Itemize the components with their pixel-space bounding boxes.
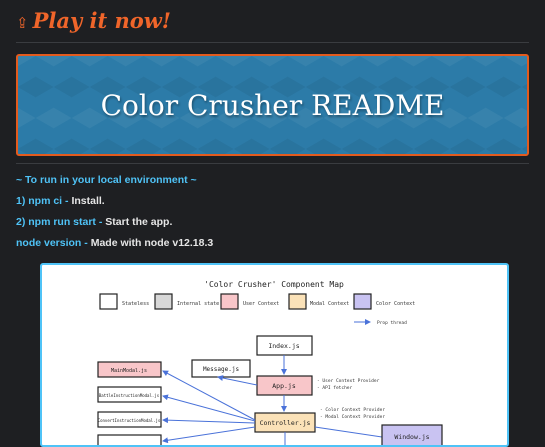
node-version-description: Made with node v12.18.3 bbox=[90, 237, 214, 249]
arrow-controller-battle-modal bbox=[162, 394, 256, 422]
prop-thread-label: Prop thread bbox=[377, 320, 407, 326]
step-1-command: 1) npm ci bbox=[16, 195, 63, 207]
app-note-1: - User Context Provider bbox=[317, 378, 380, 384]
component-map-svg: 'Color Crusher' Component Map Stateless … bbox=[97, 280, 443, 445]
banner-title: Color Crusher README bbox=[100, 88, 445, 122]
controller-note-2: - Modal Context Provider bbox=[320, 414, 385, 420]
node-message-label: Message.js bbox=[203, 366, 240, 373]
legend-label-stateless: Stateless bbox=[122, 301, 149, 307]
arrow-controller-main-modal bbox=[162, 370, 256, 421]
node-version-line: node version - Made with node v12.18.3 bbox=[16, 237, 213, 249]
legend-label-modal-context: Modal Context bbox=[310, 301, 349, 307]
play-it-now-label: Play it now! bbox=[32, 8, 172, 33]
step-1-line: 1) npm ci - Install. bbox=[16, 195, 105, 207]
controller-note-1: - Color Context Provider bbox=[320, 407, 385, 413]
arrow-app-message bbox=[217, 375, 258, 386]
header-divider bbox=[16, 42, 529, 43]
node-version-label: node version bbox=[16, 237, 82, 249]
diagram-title: 'Color Crusher' Component Map bbox=[204, 280, 344, 289]
legend-swatch-internal-state bbox=[154, 293, 173, 310]
step-2-separator: - bbox=[95, 216, 106, 228]
instructions-heading: ~ To run in your local environment ~ bbox=[16, 174, 197, 186]
node-app-label: App.js bbox=[272, 382, 296, 390]
node-battle-modal-label: BattleInstructionModal.js bbox=[99, 393, 160, 398]
legend-label-color-context: Color Context bbox=[376, 301, 415, 307]
readme-banner: Color Crusher README bbox=[16, 54, 529, 156]
component-map-diagram: 'Color Crusher' Component Map Stateless … bbox=[40, 263, 509, 447]
node-extra-modal bbox=[97, 434, 162, 445]
node-controller-label: Controller.js bbox=[260, 419, 311, 427]
step-2-command: 2) npm run start bbox=[16, 216, 96, 228]
legend-swatch-modal-context bbox=[288, 293, 307, 310]
play-it-now-link[interactable]: ⇪ Play it now! bbox=[16, 8, 171, 33]
arrow-controller-convert-modal bbox=[162, 417, 256, 424]
node-index-label: Index.js bbox=[268, 342, 299, 350]
app-note-2: - API fetcher bbox=[317, 385, 353, 391]
node-version-separator: - bbox=[81, 237, 91, 249]
legend-swatch-user-context bbox=[220, 293, 239, 310]
arrow-controller-extra-modal bbox=[162, 426, 256, 444]
step-2-description: Start the app. bbox=[105, 216, 173, 228]
node-convert-modal-label: ConvertInstructionModal.js bbox=[98, 418, 161, 423]
legend-label-user-context: User Context bbox=[243, 301, 279, 307]
legend-swatch-stateless bbox=[99, 293, 118, 310]
node-main-modal-label: MainModal.js bbox=[111, 368, 147, 374]
caps-arrow-icon: ⇪ bbox=[16, 14, 29, 32]
node-window-label: Window.js bbox=[394, 433, 429, 441]
legend-label-internal-state: Internal state bbox=[177, 301, 219, 307]
banner-divider bbox=[16, 163, 529, 164]
legend-swatch-color-context bbox=[353, 293, 372, 310]
step-2-line: 2) npm run start - Start the app. bbox=[16, 216, 172, 228]
arrow-controller-window bbox=[314, 426, 383, 438]
step-1-description: Install. bbox=[71, 195, 105, 207]
